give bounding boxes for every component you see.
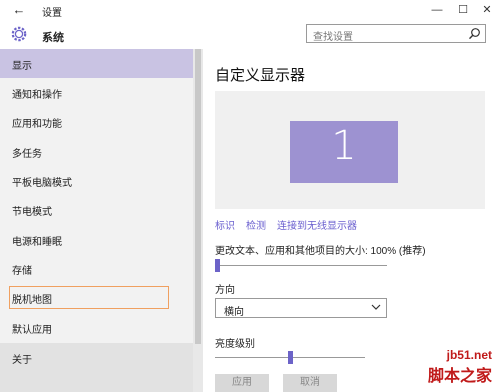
back-arrow-icon[interactable]: ←: [10, 2, 28, 18]
watermark: jb51.net 脚本之家: [428, 348, 492, 386]
sidebar-item-battery-saver[interactable]: 节电模式: [0, 195, 193, 224]
brightness-label: 亮度级别: [215, 339, 255, 350]
monitor-tile[interactable]: 1: [290, 121, 398, 183]
cancel-button[interactable]: 取消: [283, 374, 337, 392]
watermark-url: jb51.net: [446, 348, 492, 362]
gear-icon: [11, 26, 27, 42]
sidebar-item-multitasking[interactable]: 多任务: [0, 137, 193, 166]
sidebar-item-apps[interactable]: 应用和功能: [0, 107, 193, 136]
sidebar-item-label: 关于: [12, 355, 32, 366]
monitor-number: 1: [331, 123, 357, 169]
search-icon[interactable]: [468, 27, 481, 40]
sidebar-item-power-sleep[interactable]: 电源和睡眠: [0, 225, 193, 254]
sidebar-item-label: 通知和操作: [12, 90, 62, 101]
sidebar-item-label: 多任务: [12, 149, 42, 160]
page-title: 自定义显示器: [215, 67, 306, 84]
sidebar-item-label: 默认应用: [12, 325, 52, 336]
sidebar-item-offline-maps[interactable]: 脱机地图: [9, 286, 169, 309]
orientation-label: 方向: [215, 285, 235, 296]
sidebar-item-about[interactable]: 关于: [0, 343, 193, 392]
maximize-button[interactable]: ☐: [450, 0, 476, 20]
close-button[interactable]: ✕: [474, 0, 500, 20]
scrollbar-thumb[interactable]: [195, 49, 201, 344]
connect-wireless-display-link[interactable]: 连接到无线显示器: [277, 217, 357, 232]
detect-link[interactable]: 检测: [246, 217, 266, 232]
title-bar: ← 设置 — ☐ ✕: [0, 0, 500, 20]
settings-header: 系统 查找设置: [0, 20, 500, 49]
sidebar-item-label: 应用和功能: [12, 119, 62, 130]
main-content: 自定义显示器 1 标识 检测 连接到无线显示器 更改文本、应用和其他项目的大小:…: [203, 49, 500, 392]
sidebar-item-storage[interactable]: 存储: [0, 254, 193, 283]
brightness-slider-thumb[interactable]: [287, 351, 293, 364]
minimize-button[interactable]: —: [424, 0, 450, 20]
scale-slider-thumb[interactable]: [215, 259, 220, 272]
sidebar-scrollbar[interactable]: [193, 49, 203, 392]
sidebar-item-label: 节电模式: [12, 207, 52, 218]
scale-slider[interactable]: [215, 265, 387, 266]
display-arrangement-area: 1: [215, 91, 485, 209]
sidebar-item-label: 平板电脑模式: [12, 178, 72, 189]
apply-button[interactable]: 应用: [215, 374, 269, 392]
identify-link[interactable]: 标识: [215, 217, 235, 232]
search-placeholder: 查找设置: [313, 32, 353, 43]
section-title: 系统: [42, 32, 64, 44]
sidebar-item-label: 电源和睡眠: [12, 237, 62, 248]
sidebar-item-notifications[interactable]: 通知和操作: [0, 78, 193, 107]
scale-label: 更改文本、应用和其他项目的大小: 100% (推荐): [215, 246, 426, 257]
watermark-text: 脚本之家: [427, 366, 492, 385]
sidebar-item-label: 存储: [12, 266, 32, 277]
sidebar-item-label: 脱机地图: [12, 295, 52, 306]
sidebar-nav: 显示 通知和操作 应用和功能 多任务 平板电脑模式 节电模式 电源和睡眠 存储 …: [0, 49, 193, 392]
sidebar-item-display[interactable]: 显示: [0, 49, 193, 78]
sidebar-item-tablet-mode[interactable]: 平板电脑模式: [0, 166, 193, 195]
sidebar-item-default-apps[interactable]: 默认应用: [0, 313, 193, 342]
orientation-value: 横向: [224, 307, 244, 318]
window-title: 设置: [42, 8, 62, 19]
search-input[interactable]: 查找设置: [306, 24, 486, 43]
chevron-down-icon: [371, 304, 381, 310]
orientation-dropdown[interactable]: 横向: [215, 298, 387, 318]
sidebar-item-label: 显示: [12, 61, 32, 72]
